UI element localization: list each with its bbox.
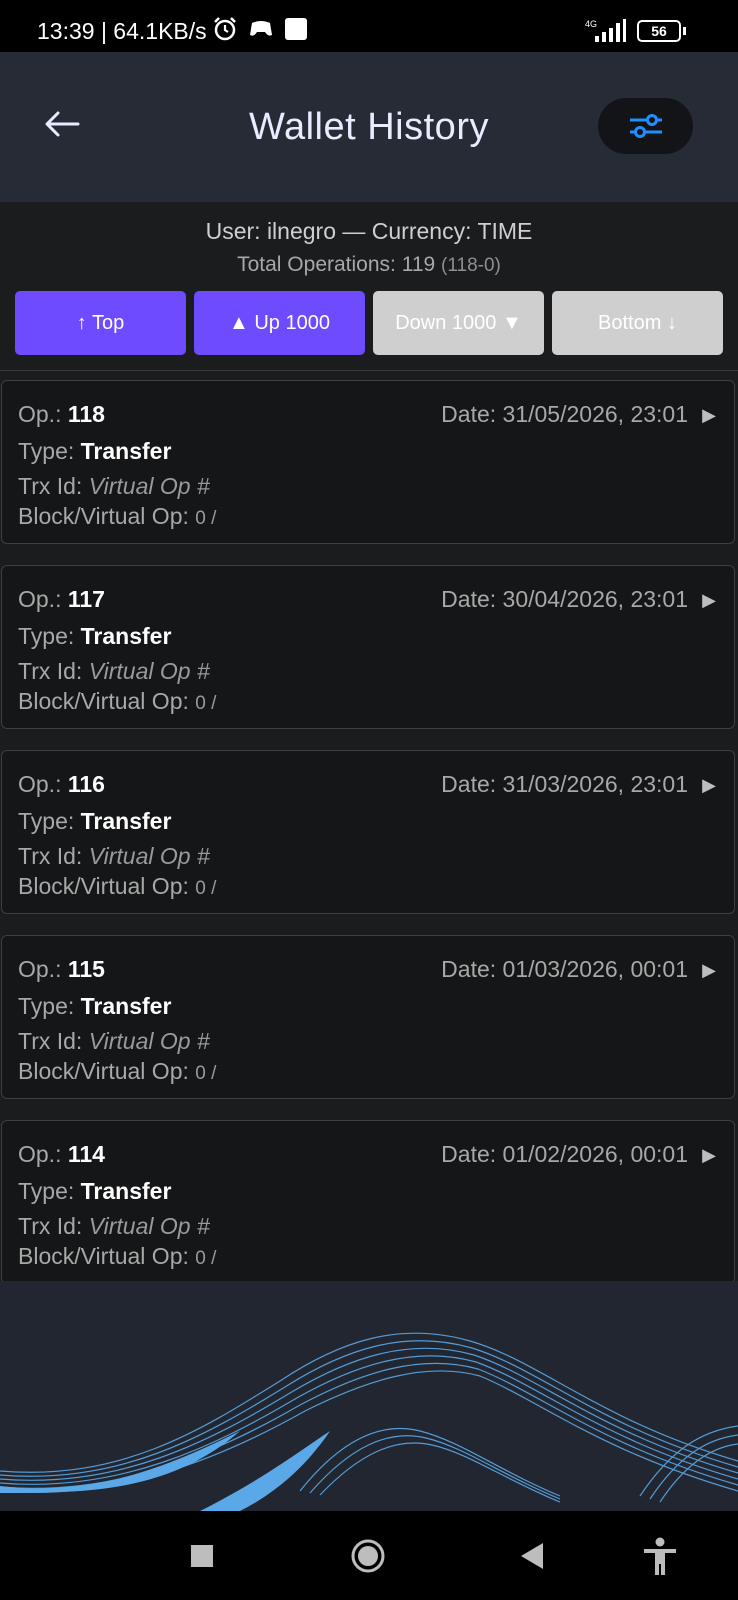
operations-list[interactable]: Op.: 118 Date: 31/05/2026, 23:01 ▶ Type:… xyxy=(0,371,738,1281)
op-block: Block/Virtual Op: 0 / xyxy=(18,688,217,714)
wave-footer xyxy=(0,1281,738,1511)
play-right-icon: ▶ xyxy=(702,960,716,980)
op-block: Block/Virtual Op: 0 / xyxy=(18,1243,217,1269)
user-currency-line: User: ilnegro — Currency: TIME xyxy=(205,218,533,244)
op-date: Date: 31/05/2026, 23:01 xyxy=(441,401,688,427)
back-triangle-icon[interactable] xyxy=(521,1543,545,1569)
op-block: Block/Virtual Op: 0 / xyxy=(18,503,217,529)
op-trx-id: Trx Id: Virtual Op # xyxy=(18,473,210,499)
op-trx-id: Trx Id: Virtual Op # xyxy=(18,1028,210,1054)
app-header: Wallet History xyxy=(0,52,738,202)
wave-decoration xyxy=(0,1332,738,1511)
recents-square-icon[interactable] xyxy=(191,1545,213,1567)
op-trx-id: Trx Id: Virtual Op # xyxy=(18,658,210,684)
op-number: Op.: 115 xyxy=(18,956,105,982)
status-left-icons xyxy=(212,16,308,42)
op-number: Op.: 117 xyxy=(18,586,105,612)
op-number: Op.: 116 xyxy=(18,771,105,797)
pagination-buttons: ↑ Top ▲ Up 1000 Down 1000 ▼ Bottom ↓ xyxy=(15,291,723,355)
play-right-icon: ▶ xyxy=(702,775,716,795)
status-bar: 13:39 | 64.1KB/s 4G 56 xyxy=(0,0,738,52)
play-right-icon: ▶ xyxy=(702,1145,716,1165)
total-operations: Total Operations: 119 (118-0) xyxy=(0,253,738,277)
op-type: Type: Transfer xyxy=(18,1178,172,1204)
op-date: Date: 01/03/2026, 00:01 xyxy=(441,956,688,982)
op-type: Type: Transfer xyxy=(18,438,172,464)
filter-button[interactable] xyxy=(598,98,693,154)
battery-icon: 56 xyxy=(637,20,681,42)
op-number: Op.: 114 xyxy=(18,1141,105,1167)
op-block: Block/Virtual Op: 0 / xyxy=(18,1058,217,1084)
play-right-icon: ▶ xyxy=(702,405,716,425)
svg-text:4G: 4G xyxy=(585,19,597,29)
op-type: Type: Transfer xyxy=(18,993,172,1019)
total-range: (118-0) xyxy=(441,255,501,276)
notification-square-icon xyxy=(285,18,307,40)
status-time: 13:39 | 64.1KB/s xyxy=(37,18,207,44)
op-trx-id: Trx Id: Virtual Op # xyxy=(18,1213,210,1239)
battery-nub xyxy=(683,27,686,35)
bottom-button[interactable]: Bottom ↓ xyxy=(552,291,723,355)
up-1000-button[interactable]: ▲ Up 1000 xyxy=(194,291,365,355)
operation-card[interactable]: Op.: 114 Date: 01/02/2026, 00:01 ▶ Type:… xyxy=(1,1120,735,1281)
op-date: Date: 31/03/2026, 23:01 xyxy=(441,771,688,797)
signal-icon: 4G xyxy=(585,19,626,42)
alarm-icon xyxy=(214,17,236,41)
op-number: Op.: 118 xyxy=(18,401,105,427)
operation-card[interactable]: Op.: 118 Date: 31/05/2026, 23:01 ▶ Type:… xyxy=(1,380,735,544)
operation-card[interactable]: Op.: 115 Date: 01/03/2026, 00:01 ▶ Type:… xyxy=(1,935,735,1099)
home-circle-icon[interactable] xyxy=(351,1539,385,1573)
status-right-icons: 4G 56 xyxy=(581,18,686,44)
op-type: Type: Transfer xyxy=(18,808,172,834)
operation-card[interactable]: Op.: 117 Date: 30/04/2026, 23:01 ▶ Type:… xyxy=(1,565,735,729)
op-type: Type: Transfer xyxy=(18,623,172,649)
operation-card[interactable]: Op.: 116 Date: 31/03/2026, 23:01 ▶ Type:… xyxy=(1,750,735,914)
play-right-icon: ▶ xyxy=(702,590,716,610)
top-button[interactable]: ↑ Top xyxy=(15,291,186,355)
op-trx-id: Trx Id: Virtual Op # xyxy=(18,843,210,869)
op-date: Date: 30/04/2026, 23:01 xyxy=(441,586,688,612)
game-icon xyxy=(250,21,272,36)
down-1000-button[interactable]: Down 1000 ▼ xyxy=(373,291,544,355)
op-block: Block/Virtual Op: 0 / xyxy=(18,873,217,899)
total-operations-label: Total Operations: 119 xyxy=(237,253,436,276)
system-nav-bar xyxy=(0,1511,738,1600)
op-date: Date: 01/02/2026, 00:01 xyxy=(441,1141,688,1167)
sliders-icon xyxy=(630,114,662,138)
accessibility-icon[interactable] xyxy=(642,1537,678,1577)
